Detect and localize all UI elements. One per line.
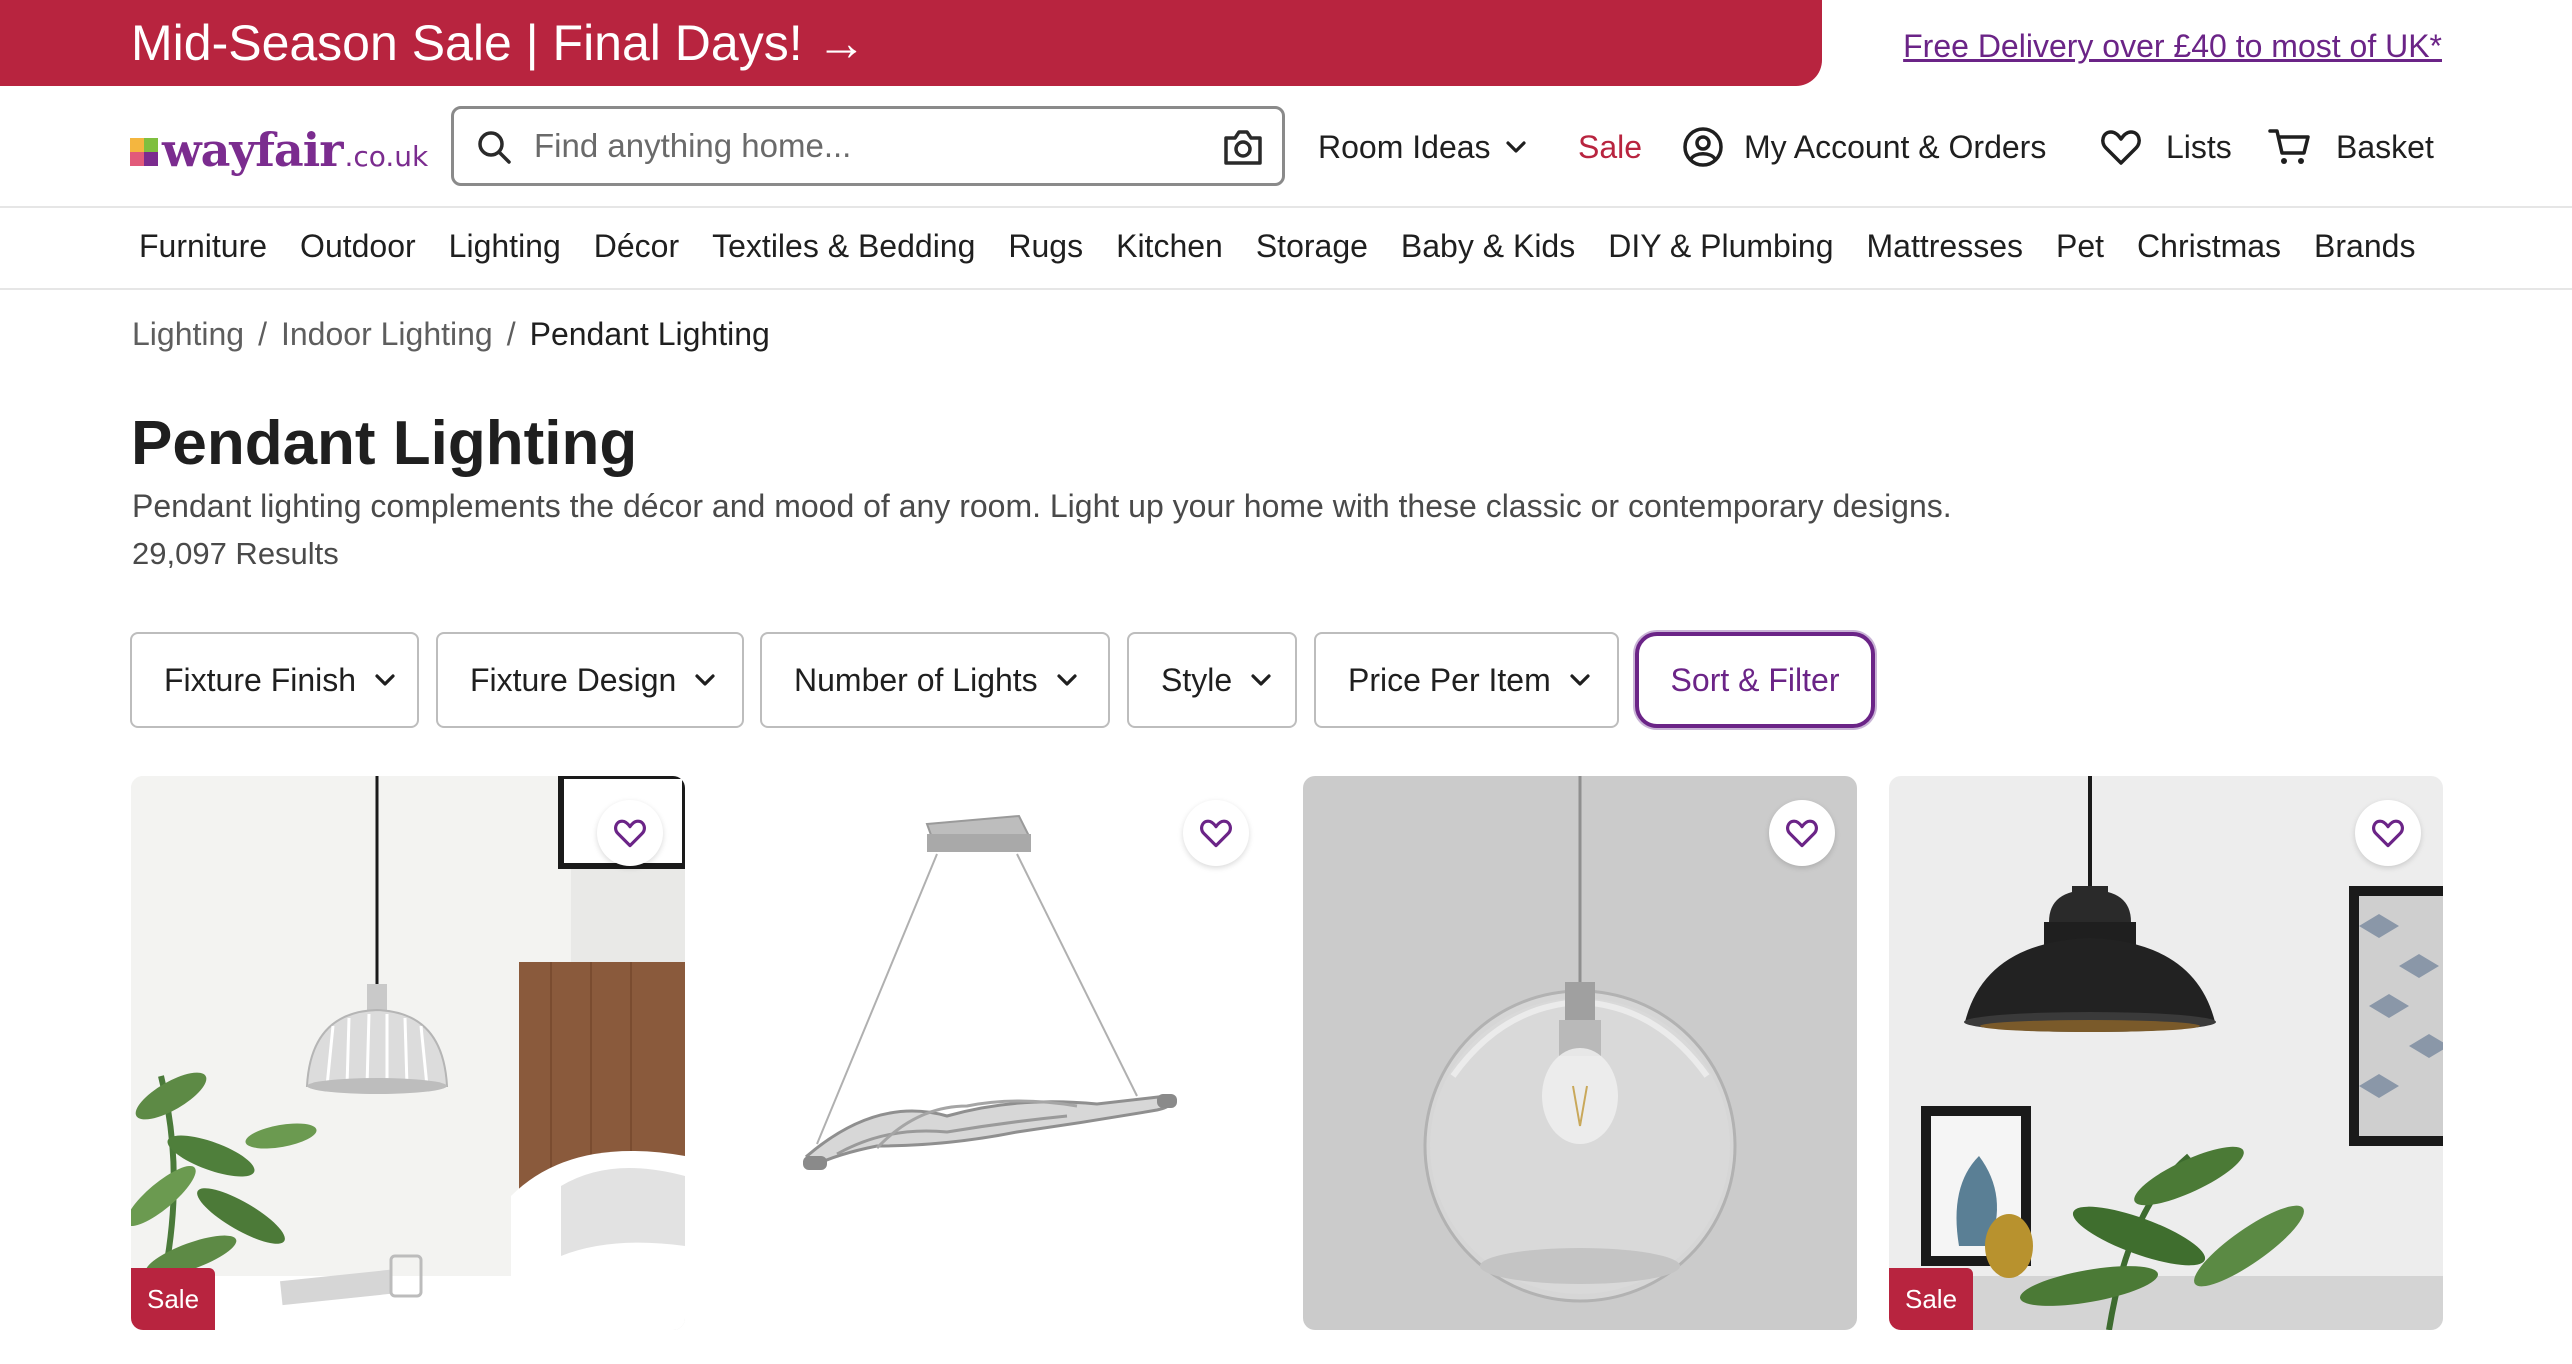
room-ideas-label: Room Ideas [1318, 128, 1491, 165]
breadcrumb-lighting[interactable]: Lighting [132, 316, 244, 353]
category-mattresses[interactable]: Mattresses [1867, 228, 2023, 265]
logo-wordmark: wayfair [162, 123, 343, 177]
chevron-down-icon [1251, 674, 1271, 686]
filter-number-of-lights[interactable]: Number of Lights [760, 632, 1110, 728]
chevron-down-icon [695, 674, 715, 686]
page-title: Pendant Lighting [131, 409, 638, 478]
product-card[interactable] [1303, 776, 1857, 1330]
heart-icon [2372, 819, 2404, 848]
basket-label: Basket [2336, 128, 2434, 165]
filter-label: Price Per Item [1348, 661, 1551, 698]
wayfair-logo[interactable]: wayfair .co.uk [130, 120, 428, 180]
favorite-button[interactable] [1769, 800, 1835, 866]
filter-fixture-design[interactable]: Fixture Design [436, 632, 744, 728]
search-icon[interactable] [476, 129, 512, 165]
filter-label: Fixture Design [470, 661, 677, 698]
breadcrumb-current: Pendant Lighting [529, 316, 770, 352]
category-outdoor[interactable]: Outdoor [300, 228, 416, 265]
filter-label: Number of Lights [794, 661, 1038, 698]
chevron-down-icon [1505, 141, 1526, 153]
category-nav: Furniture Outdoor Lighting Décor Textile… [0, 208, 2572, 290]
category-diy-plumbing[interactable]: DIY & Plumbing [1608, 228, 1833, 265]
filter-fixture-finish[interactable]: Fixture Finish [130, 632, 419, 728]
breadcrumb: Lighting / Indoor Lighting / Pendant Lig… [132, 316, 770, 353]
heart-icon [1786, 819, 1818, 848]
product-image[interactable] [717, 776, 1271, 1330]
favorite-button[interactable] [597, 800, 663, 866]
chevron-down-icon [375, 674, 395, 686]
sort-filter-button[interactable]: Sort & Filter [1635, 632, 1875, 728]
promo-banner: Mid-Season Sale | Final Days! → Free Del… [0, 0, 2572, 86]
category-storage[interactable]: Storage [1256, 228, 1368, 265]
category-baby-kids[interactable]: Baby & Kids [1401, 228, 1575, 265]
category-christmas[interactable]: Christmas [2137, 228, 2281, 265]
product-card[interactable] [717, 776, 1271, 1330]
lists-label: Lists [2166, 128, 2232, 165]
filter-label: Style [1161, 661, 1233, 698]
category-kitchen[interactable]: Kitchen [1116, 228, 1223, 265]
category-pet[interactable]: Pet [2056, 228, 2104, 265]
page-description: Pendant lighting complements the décor a… [132, 488, 1952, 524]
account-label: My Account & Orders [1744, 128, 2047, 165]
category-textiles-bedding[interactable]: Textiles & Bedding [712, 228, 975, 265]
category-rugs[interactable]: Rugs [1008, 228, 1083, 265]
category-brands[interactable]: Brands [2314, 228, 2415, 265]
account-orders-link[interactable]: My Account & Orders [1682, 122, 2046, 172]
cart-icon [2268, 129, 2310, 164]
breadcrumb-separator: / [258, 316, 267, 352]
breadcrumb-separator: / [506, 316, 516, 352]
favorite-button[interactable] [2355, 800, 2421, 866]
category-lighting[interactable]: Lighting [449, 228, 561, 265]
product-image[interactable] [1303, 776, 1857, 1330]
chevron-down-icon [1057, 674, 1077, 686]
heart-icon [614, 819, 646, 848]
category-decor[interactable]: Décor [594, 228, 679, 265]
results-count: 29,097 Results [132, 536, 339, 571]
sale-badge: Sale [1889, 1268, 1974, 1330]
logo-mark-icon [130, 138, 158, 166]
site-header: wayfair .co.uk Room Ideas Sale My Accoun… [0, 86, 2572, 208]
heart-icon [2101, 130, 2141, 165]
promo-sale-strip[interactable]: Mid-Season Sale | Final Days! → [0, 0, 1822, 86]
lists-link[interactable]: Lists [2100, 122, 2232, 172]
filter-label: Fixture Finish [164, 661, 357, 698]
free-delivery-link[interactable]: Free Delivery over £40 to most of UK* [1903, 22, 2442, 70]
search-box [451, 106, 1285, 186]
product-image[interactable] [131, 776, 685, 1330]
product-image[interactable] [1889, 776, 2443, 1330]
header-sale-link[interactable]: Sale [1578, 122, 1642, 172]
filter-price-per-item[interactable]: Price Per Item [1314, 632, 1619, 728]
camera-icon[interactable] [1222, 127, 1264, 167]
account-icon [1683, 127, 1723, 167]
search-input[interactable] [534, 123, 1154, 169]
sale-badge: Sale [131, 1268, 216, 1330]
product-card[interactable]: Sale [131, 776, 685, 1330]
filter-style[interactable]: Style [1127, 632, 1297, 728]
room-ideas-menu[interactable]: Room Ideas [1318, 122, 1527, 172]
heart-icon [1200, 819, 1232, 848]
chevron-down-icon [1570, 674, 1590, 686]
logo-domain: .co.uk [344, 139, 429, 173]
basket-link[interactable]: Basket [2268, 122, 2434, 172]
category-furniture[interactable]: Furniture [139, 228, 267, 265]
product-card[interactable]: Sale [1889, 776, 2443, 1330]
promo-sale-text[interactable]: Mid-Season Sale | Final Days! → [131, 12, 867, 74]
breadcrumb-indoor-lighting[interactable]: Indoor Lighting [281, 316, 493, 353]
favorite-button[interactable] [1183, 800, 1249, 866]
